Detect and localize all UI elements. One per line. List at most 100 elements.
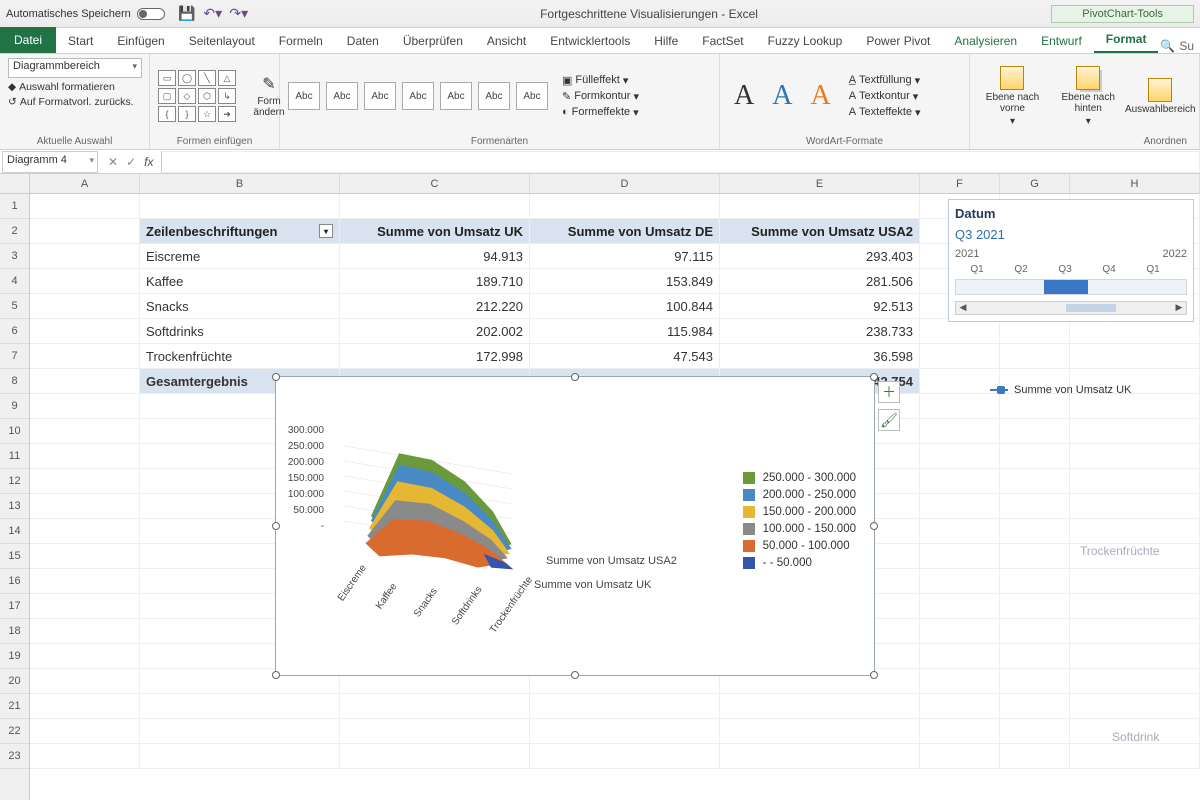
shape-style-3[interactable]: Abc (364, 82, 396, 110)
cell[interactable]: Softdrinks (140, 319, 340, 344)
resize-handle-s[interactable] (571, 671, 579, 679)
wordart-style-1[interactable]: A (728, 80, 760, 112)
cell[interactable] (1000, 619, 1070, 644)
row-header[interactable]: 4 (0, 269, 29, 294)
cell[interactable] (1000, 344, 1070, 369)
send-backward-button[interactable]: Ebene nach hinten▾ (1053, 64, 1124, 129)
cell[interactable]: Kaffee (140, 269, 340, 294)
row-header[interactable]: 18 (0, 619, 29, 644)
text-fill-button[interactable]: A̲Textfüllung▾ (849, 74, 921, 87)
cell[interactable] (30, 594, 140, 619)
timeline-slicer[interactable]: Datum Q3 2021 20212022 Q1Q2Q3Q4Q1 ◀ ▶ (948, 199, 1194, 322)
cell[interactable] (30, 719, 140, 744)
cell[interactable]: 94.913 (340, 244, 530, 269)
cell[interactable] (340, 744, 530, 769)
cell[interactable] (1070, 694, 1200, 719)
cell[interactable] (1000, 569, 1070, 594)
cell[interactable] (920, 744, 1000, 769)
cell[interactable]: Snacks (140, 294, 340, 319)
cell[interactable] (920, 319, 1000, 344)
cell[interactable]: Summe von Umsatz DE (530, 219, 720, 244)
format-selection-button[interactable]: ◆Auswahl formatieren (8, 81, 115, 93)
column-headers[interactable]: ABCDEFGH (30, 174, 1200, 194)
cell[interactable] (530, 694, 720, 719)
tab-format[interactable]: Format (1094, 27, 1159, 53)
cell[interactable]: 97.115 (530, 244, 720, 269)
selection-pane-button[interactable]: Auswahlbereich (1129, 76, 1191, 117)
tab-help[interactable]: Hilfe (642, 29, 690, 53)
redo-icon[interactable]: ↷▾ (231, 6, 247, 22)
tab-data[interactable]: Daten (335, 29, 391, 53)
cell[interactable] (920, 519, 1000, 544)
row-header[interactable]: 6 (0, 319, 29, 344)
scroll-right-icon[interactable]: ▶ (1172, 302, 1186, 314)
cell[interactable] (30, 194, 140, 219)
cell[interactable] (1070, 419, 1200, 444)
column-header[interactable]: F (920, 174, 1000, 193)
row-header[interactable]: 16 (0, 569, 29, 594)
cell[interactable] (1070, 594, 1200, 619)
cell[interactable] (720, 744, 920, 769)
cell[interactable] (1000, 394, 1070, 419)
cell[interactable] (920, 719, 1000, 744)
resize-handle-ne[interactable] (870, 373, 878, 381)
wordart-style-2[interactable]: A (766, 80, 798, 112)
row-header[interactable]: 1 (0, 194, 29, 219)
cell[interactable] (1000, 669, 1070, 694)
tab-fuzzylookup[interactable]: Fuzzy Lookup (756, 29, 855, 53)
cell[interactable] (920, 694, 1000, 719)
cell[interactable]: 100.844 (530, 294, 720, 319)
cell[interactable] (30, 744, 140, 769)
cell[interactable] (1000, 419, 1070, 444)
cell[interactable] (1070, 444, 1200, 469)
row-header[interactable]: 12 (0, 469, 29, 494)
tab-analyze[interactable]: Analysieren (942, 29, 1029, 53)
undo-icon[interactable]: ↶▾ (205, 6, 221, 22)
row-header[interactable]: 3 (0, 244, 29, 269)
text-effects-button[interactable]: ATexteffekte▾ (849, 106, 921, 119)
toggle-icon[interactable] (137, 8, 165, 20)
cell[interactable] (30, 369, 140, 394)
cell[interactable] (1000, 744, 1070, 769)
cell[interactable]: Eiscreme (140, 244, 340, 269)
row-header[interactable]: 20 (0, 669, 29, 694)
cell[interactable] (1070, 494, 1200, 519)
tab-formulas[interactable]: Formeln (267, 29, 335, 53)
cell[interactable]: Summe von Umsatz USA2 (720, 219, 920, 244)
cell[interactable] (30, 544, 140, 569)
timeline-selected-range[interactable] (1044, 280, 1088, 294)
cell[interactable] (30, 644, 140, 669)
cell[interactable] (920, 494, 1000, 519)
pivot-filter-icon[interactable]: ▾ (319, 224, 333, 238)
cell[interactable] (920, 569, 1000, 594)
resize-handle-sw[interactable] (272, 671, 280, 679)
column-header[interactable]: D (530, 174, 720, 193)
worksheet-grid[interactable]: ABCDEFGH 1234567891011121314151617181920… (0, 174, 1200, 800)
cell[interactable] (920, 469, 1000, 494)
scroll-thumb[interactable] (1066, 304, 1116, 312)
tab-developer[interactable]: Entwicklertools (538, 29, 642, 53)
cell[interactable] (720, 719, 920, 744)
row-header[interactable]: 17 (0, 594, 29, 619)
cell[interactable] (340, 719, 530, 744)
column-header[interactable]: A (30, 174, 140, 193)
cell[interactable]: Zeilenbeschriftungen▾ (140, 219, 340, 244)
cell[interactable] (1070, 669, 1200, 694)
scroll-left-icon[interactable]: ◀ (956, 302, 970, 314)
formula-input[interactable] (161, 151, 1200, 173)
cell[interactable] (1000, 494, 1070, 519)
cell[interactable] (1000, 594, 1070, 619)
row-header[interactable]: 5 (0, 294, 29, 319)
select-all-corner[interactable] (0, 174, 30, 194)
cell[interactable] (1000, 519, 1070, 544)
cell[interactable] (920, 619, 1000, 644)
cell[interactable] (1000, 319, 1070, 344)
cell[interactable] (30, 269, 140, 294)
cell[interactable] (920, 669, 1000, 694)
column-header[interactable]: E (720, 174, 920, 193)
resize-handle-se[interactable] (870, 671, 878, 679)
shape-style-5[interactable]: Abc (440, 82, 472, 110)
cell[interactable] (1070, 519, 1200, 544)
cell[interactable] (1070, 569, 1200, 594)
cell[interactable] (530, 744, 720, 769)
